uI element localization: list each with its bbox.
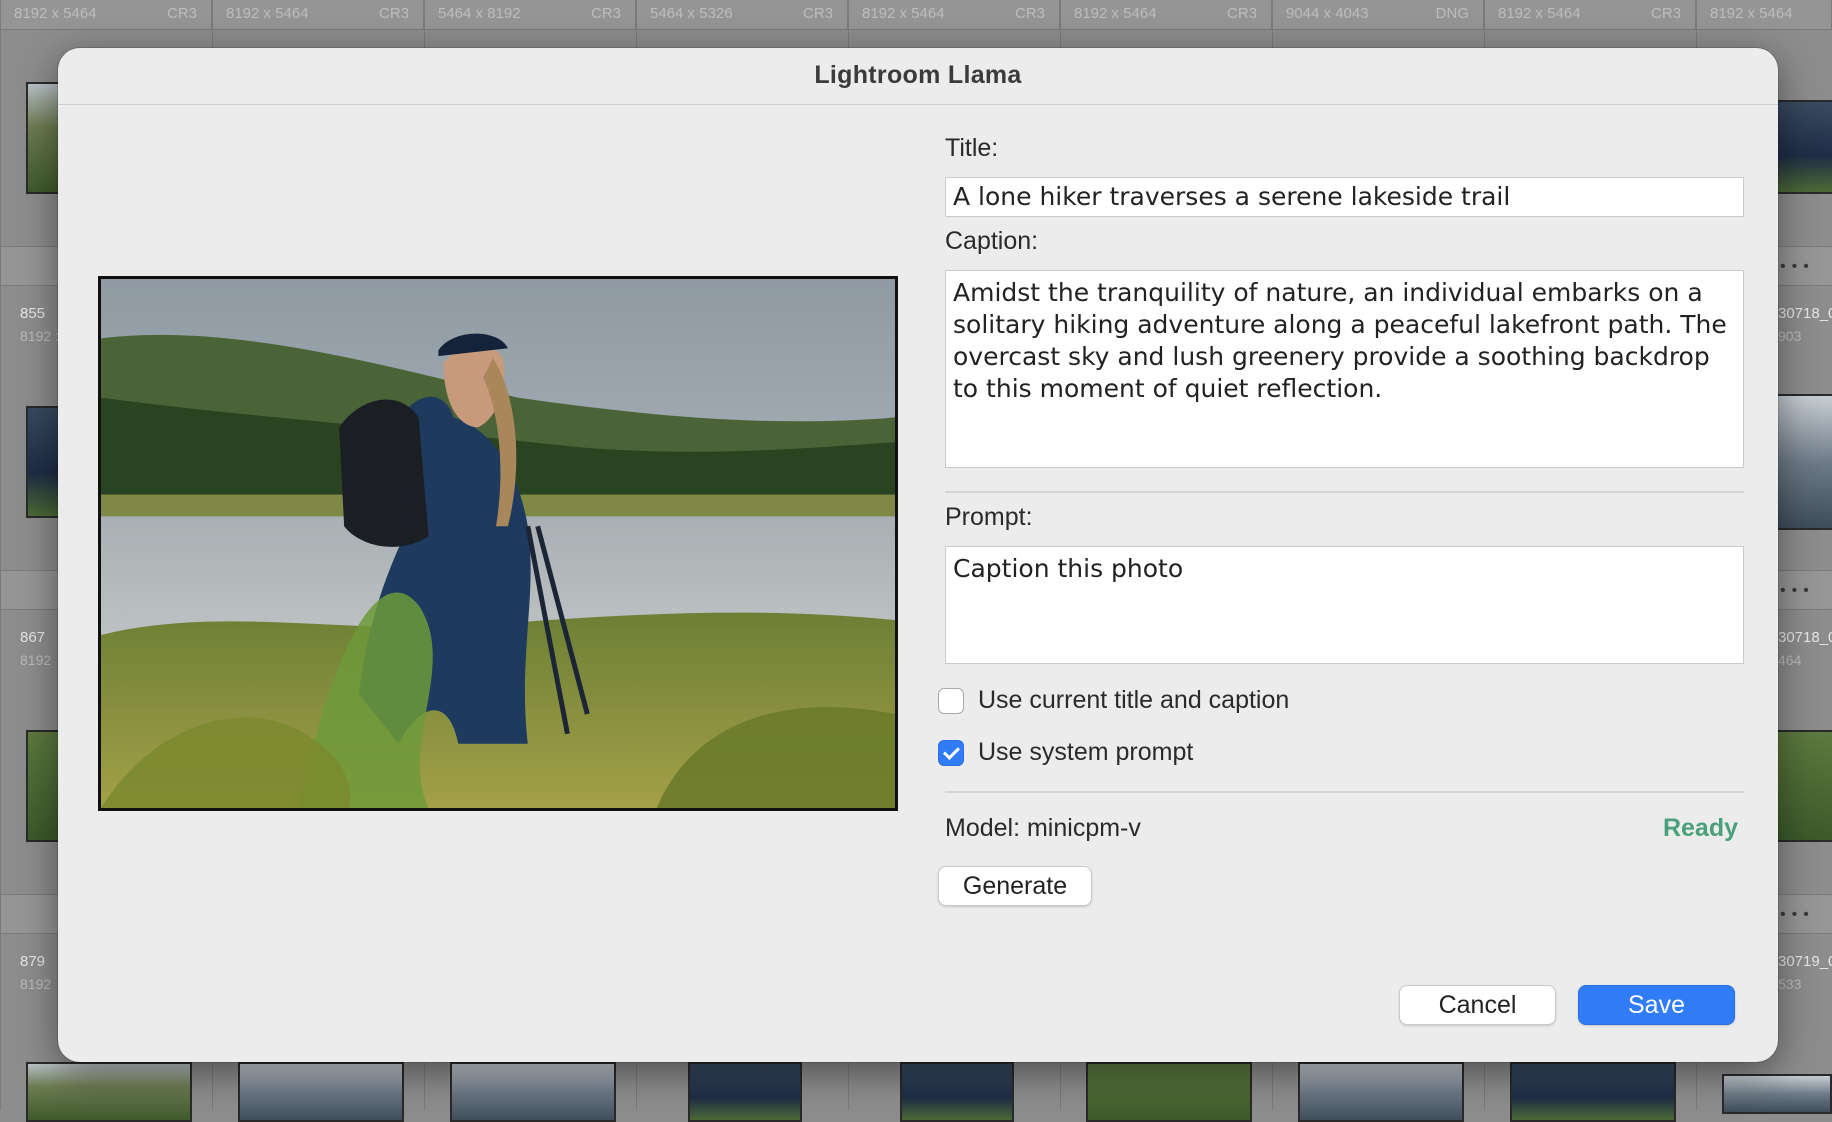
file-extension: CR3 xyxy=(1650,5,1681,22)
cancel-button[interactable]: Cancel xyxy=(1399,985,1556,1025)
generate-button[interactable]: Generate xyxy=(938,866,1092,906)
photo-thumbnail[interactable] xyxy=(238,1062,404,1122)
row-filename: 30719_0 xyxy=(1778,953,1832,970)
photo-thumbnail[interactable] xyxy=(26,1062,192,1122)
row-dimensions: 8192 xyxy=(20,976,52,992)
dialog-titlebar: Lightroom Llama xyxy=(58,48,1778,105)
image-dimensions: 8192 x 5464 xyxy=(14,5,97,22)
row-dimensions: 464 xyxy=(1778,652,1802,668)
file-extension: CR3 xyxy=(590,5,621,22)
row-filename: 30718_0 xyxy=(1778,305,1832,322)
photo-preview xyxy=(98,276,898,811)
dialog-title: Lightroom Llama xyxy=(814,61,1022,89)
grid-header-cell: 8192 x 5464 CR3 xyxy=(848,0,1060,30)
photo-thumbnail[interactable] xyxy=(1776,730,1832,842)
grid-header-cell: 9044 x 4043 DNG xyxy=(1272,0,1484,30)
title-label: Title: xyxy=(945,134,999,162)
grid-header-cell: 5464 x 8192 CR3 xyxy=(424,0,636,30)
photo-thumbnail[interactable] xyxy=(450,1062,616,1122)
row-dimensions: 8192 : xyxy=(20,328,59,344)
image-dimensions: 8192 x 5464 xyxy=(1710,5,1793,22)
image-dimensions: 8192 x 5464 xyxy=(1074,5,1157,22)
photo-thumbnail[interactable] xyxy=(1086,1062,1252,1122)
row-number: 879 xyxy=(20,953,46,970)
photo-thumbnail[interactable] xyxy=(1722,1074,1832,1114)
save-button[interactable]: Save xyxy=(1578,985,1735,1025)
more-dots-icon[interactable]: ••• xyxy=(1780,582,1815,600)
photo-thumbnail[interactable] xyxy=(688,1062,802,1122)
prompt-textarea[interactable]: Caption this photo xyxy=(945,546,1744,664)
grid-header-cell: 8192 x 5464 CR3 xyxy=(212,0,424,30)
use-current-title-checkbox[interactable] xyxy=(938,688,964,714)
image-dimensions: 5464 x 5326 xyxy=(650,5,733,22)
row-number: 867 xyxy=(20,629,46,646)
photo-thumbnail[interactable] xyxy=(900,1062,1014,1122)
use-system-prompt-checkbox[interactable] xyxy=(938,740,964,766)
image-dimensions: 5464 x 8192 xyxy=(438,5,521,22)
row-dimensions: 8192 xyxy=(20,652,52,668)
divider xyxy=(945,491,1744,493)
image-dimensions: 9044 x 4043 xyxy=(1286,5,1369,22)
file-extension: CR3 xyxy=(166,5,197,22)
caption-textarea[interactable]: Amidst the tranquility of nature, an ind… xyxy=(945,270,1744,468)
more-dots-icon[interactable]: ••• xyxy=(1780,906,1815,924)
file-extension: DNG xyxy=(1435,5,1469,22)
hiker-photo-image xyxy=(101,279,895,808)
file-extension: CR3 xyxy=(1226,5,1257,22)
grid-header-cell: 8192 x 5464 CR3 xyxy=(1060,0,1272,30)
photo-thumbnail[interactable] xyxy=(1510,1062,1676,1122)
file-extension: CR3 xyxy=(1014,5,1045,22)
status-badge: Ready xyxy=(1662,814,1738,842)
row-dimensions: 533 xyxy=(1778,976,1802,992)
divider xyxy=(945,791,1744,793)
use-current-title-label[interactable]: Use current title and caption xyxy=(978,686,1289,715)
lightroom-llama-dialog: Lightroom Llama Title: A lone hiker trav… xyxy=(58,48,1778,1062)
model-label: Model: minicpm-v xyxy=(945,814,1141,842)
grid-header-cell: 8192 x 5464 CR3 xyxy=(1484,0,1696,30)
row-filename: 30718_0 xyxy=(1778,629,1832,646)
photo-thumbnail[interactable] xyxy=(1298,1062,1464,1122)
image-dimensions: 8192 x 5464 xyxy=(1498,5,1581,22)
image-dimensions: 8192 x 5464 xyxy=(226,5,309,22)
photo-thumbnail[interactable] xyxy=(1776,394,1832,530)
grid-header-cell: 8192 x 5464 CR3 xyxy=(0,0,212,30)
use-system-prompt-label[interactable]: Use system prompt xyxy=(978,738,1193,767)
more-dots-icon[interactable]: ••• xyxy=(1780,258,1815,276)
row-dimensions: 903 xyxy=(1778,328,1802,344)
title-input[interactable]: A lone hiker traverses a serene lakeside… xyxy=(945,177,1744,217)
file-extension: CR3 xyxy=(378,5,409,22)
photo-thumbnail[interactable] xyxy=(1776,100,1832,194)
grid-column-divider xyxy=(0,0,1,1110)
prompt-label: Prompt: xyxy=(945,503,1033,531)
file-extension: CR3 xyxy=(802,5,833,22)
grid-header-cell: 5464 x 5326 CR3 xyxy=(636,0,848,30)
row-number: 855 xyxy=(20,305,46,322)
image-dimensions: 8192 x 5464 xyxy=(862,5,945,22)
caption-label: Caption: xyxy=(945,227,1039,255)
grid-header-cell: 8192 x 5464 xyxy=(1696,0,1832,30)
